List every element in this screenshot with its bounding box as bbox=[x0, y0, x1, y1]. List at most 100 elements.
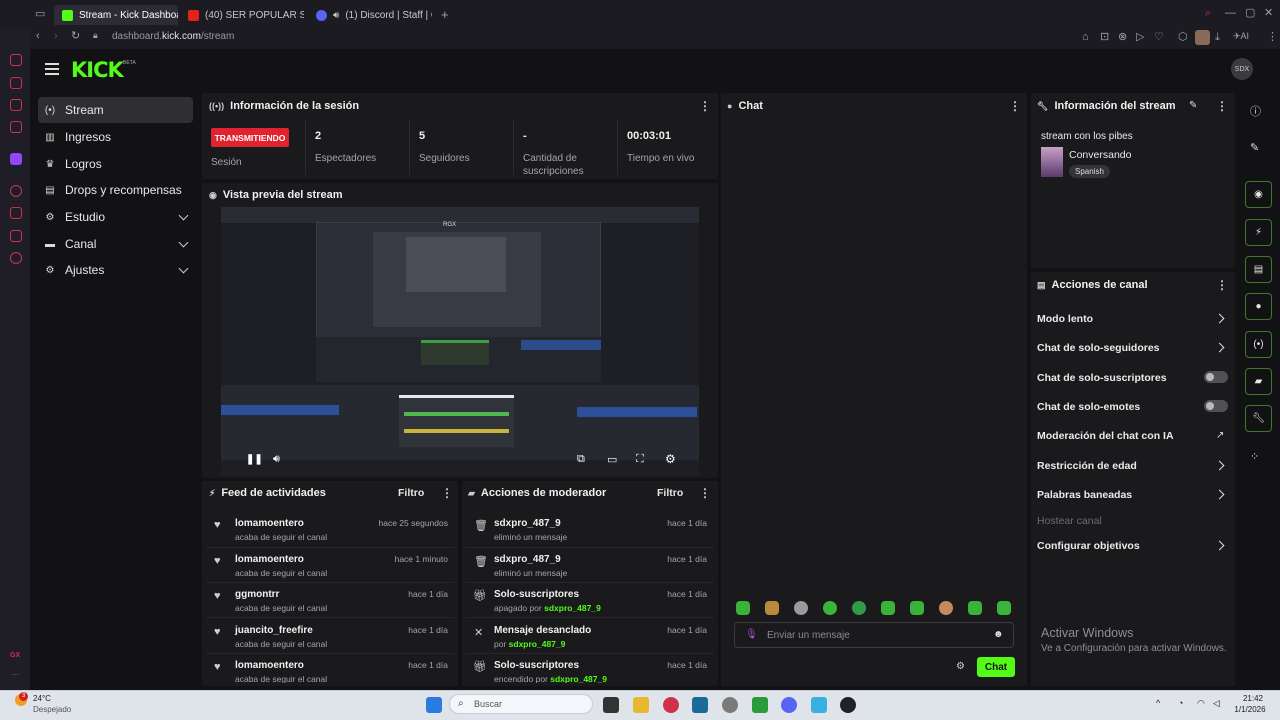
avatar[interactable]: SDX bbox=[1231, 58, 1253, 80]
rail-preview-button[interactable]: ◉ bbox=[1245, 181, 1272, 208]
rail-session-button[interactable]: ▤ bbox=[1245, 256, 1272, 283]
fullscreen-icon[interactable]: ⛶ bbox=[636, 453, 644, 466]
rail-activity-button[interactable]: ⚡︎ bbox=[1245, 219, 1272, 246]
sidebar-player-icon[interactable] bbox=[10, 185, 22, 197]
sidebar-more-icon[interactable]: ··· bbox=[11, 670, 19, 679]
emote-icon[interactable] bbox=[823, 601, 837, 615]
clock-date[interactable]: 1/1/2026 bbox=[1228, 705, 1272, 714]
tab-discord[interactable]: 🔊︎ (1) Discord | Staff | Qu bbox=[308, 5, 432, 25]
sidebar-twitch-logo-icon[interactable] bbox=[10, 153, 22, 165]
pause-icon[interactable]: ❚❚ bbox=[246, 454, 263, 465]
nav-item-stream[interactable]: (•) Stream bbox=[38, 97, 193, 123]
feed-filter-button[interactable]: Filtro bbox=[398, 487, 424, 499]
url-field[interactable]: dashboard.kick.com/stream bbox=[112, 31, 234, 42]
external-link-icon[interactable]: ↗ bbox=[1216, 430, 1224, 441]
emote-icon[interactable] bbox=[968, 601, 982, 615]
mic-icon[interactable]: 🎙︎ bbox=[745, 629, 758, 640]
pip-icon[interactable]: ⧉ bbox=[577, 453, 585, 466]
snapshot-icon[interactable]: ⊡ bbox=[1100, 32, 1109, 43]
nav-item-drops[interactable]: ▤ Drops y recompensas bbox=[38, 177, 193, 203]
settings-icon[interactable]: ⚙ bbox=[665, 452, 676, 466]
category-name[interactable]: Conversando bbox=[1069, 149, 1131, 161]
emoji-icon[interactable]: ☻ bbox=[993, 629, 1004, 640]
feed-user[interactable]: lomamoentero bbox=[235, 518, 304, 529]
nav-item-ingresos[interactable]: ▥ Ingresos bbox=[38, 124, 193, 150]
stream-preview-video[interactable]: RGX ❚❚ 🔊︎ ⧉ ▭ ⛶ ⚙ bbox=[221, 207, 699, 476]
tab-kick-dashboard[interactable]: Stream - Kick Dashboard bbox=[54, 5, 178, 25]
tab-youtube[interactable]: (40) SER POPULAR SIEND bbox=[180, 5, 304, 25]
volume-icon[interactable]: 🔊︎ bbox=[273, 453, 280, 466]
sidebar-box-icon[interactable] bbox=[10, 230, 22, 242]
category-thumbnail[interactable] bbox=[1041, 147, 1063, 177]
chat-message-input[interactable]: 🎙︎ Enviar un mensaje ☻ bbox=[734, 622, 1014, 648]
store-icon[interactable] bbox=[692, 697, 708, 713]
reload-icon[interactable]: ↻ bbox=[71, 31, 80, 42]
extensions-icon[interactable]: ⬡ bbox=[1178, 32, 1188, 43]
bookmark-icon[interactable]: ⌂ bbox=[1082, 32, 1089, 43]
maximize-icon[interactable]: ▢ bbox=[1245, 8, 1255, 19]
xbox-icon[interactable] bbox=[752, 697, 768, 713]
mod-sub-user[interactable]: sdxpro_487_9 bbox=[544, 603, 601, 613]
volume-tray-icon[interactable]: ◁ bbox=[1213, 698, 1220, 709]
feed-user[interactable]: lomamoentero bbox=[235, 660, 304, 671]
sidebar-twitch-icon[interactable] bbox=[10, 99, 22, 111]
heart-icon[interactable]: ♡ bbox=[1154, 32, 1164, 43]
taskbar-search[interactable]: ⌕ Buscar bbox=[449, 694, 593, 714]
windows-start-icon[interactable] bbox=[426, 697, 442, 713]
mod-action-name[interactable]: Solo-suscriptores bbox=[494, 589, 579, 600]
action-ai-moderation[interactable]: Moderación del chat con IA bbox=[1037, 430, 1174, 442]
nav-item-canal[interactable]: ▬ Canal bbox=[38, 231, 193, 257]
sidebar-bag-icon[interactable] bbox=[10, 54, 22, 66]
sidebar-settings-icon[interactable] bbox=[10, 252, 22, 264]
chevron-down-icon[interactable] bbox=[178, 237, 189, 248]
chevron-down-icon[interactable] bbox=[178, 263, 189, 274]
close-window-icon[interactable]: ✕ bbox=[1264, 8, 1273, 19]
kebab-menu-icon[interactable]: ⋮ bbox=[441, 486, 453, 500]
file-explorer-icon[interactable] bbox=[633, 697, 649, 713]
hamburger-menu-icon[interactable] bbox=[45, 63, 59, 75]
emote-icon[interactable] bbox=[852, 601, 866, 615]
emote-icon[interactable] bbox=[881, 601, 895, 615]
gx-label[interactable]: GX bbox=[10, 652, 20, 659]
mod-sub-user[interactable]: sdxpro_487_9 bbox=[550, 674, 607, 683]
emotes-only-toggle[interactable] bbox=[1204, 400, 1228, 412]
network-icon[interactable]: ◔ bbox=[1178, 698, 1183, 708]
chevron-down-icon[interactable] bbox=[178, 210, 189, 221]
mod-filter-button[interactable]: Filtro bbox=[657, 487, 683, 499]
browser-menu-icon[interactable]: ⋮ bbox=[1267, 32, 1278, 43]
kebab-menu-icon[interactable]: ⋮ bbox=[699, 99, 711, 113]
mod-action-name[interactable]: Solo-suscriptores bbox=[494, 660, 579, 671]
emote-icon[interactable] bbox=[910, 601, 924, 615]
search-icon[interactable]: ⌕ bbox=[1205, 8, 1211, 19]
opera-gx-icon[interactable] bbox=[663, 697, 679, 713]
clock-time[interactable]: 21:42 bbox=[1234, 694, 1272, 703]
emote-icon[interactable] bbox=[765, 601, 779, 615]
emote-icon[interactable] bbox=[794, 601, 808, 615]
rail-broadcast-button[interactable]: (•) bbox=[1245, 331, 1272, 358]
ai-button[interactable]: ✈AI bbox=[1233, 32, 1249, 41]
action-set-goals[interactable]: Configurar objetivos bbox=[1037, 540, 1140, 552]
sidebar-clock-icon[interactable] bbox=[10, 207, 22, 219]
kebab-menu-icon[interactable]: ⋮ bbox=[699, 486, 711, 500]
feed-user[interactable]: ggmontrr bbox=[235, 589, 279, 600]
rail-tools-button[interactable]: 🔧︎ bbox=[1245, 405, 1272, 432]
task-view-icon[interactable] bbox=[603, 697, 619, 713]
wifi-icon[interactable]: ◠ bbox=[1197, 698, 1205, 709]
tab-menu-icon[interactable]: ▭ bbox=[35, 9, 45, 20]
kebab-menu-icon[interactable]: ⋮ bbox=[1009, 99, 1021, 113]
action-banned-words[interactable]: Palabras baneadas bbox=[1037, 489, 1132, 501]
kick-logo[interactable]: KICK bbox=[71, 58, 124, 82]
chat-settings-icon[interactable]: ⚙ bbox=[956, 661, 965, 672]
mod-action-name[interactable]: sdxpro_487_9 bbox=[494, 518, 561, 529]
speaker-icon[interactable]: 🔊︎ bbox=[333, 10, 339, 21]
subs-only-toggle[interactable] bbox=[1204, 371, 1228, 383]
download-icon[interactable]: ⤓ bbox=[1215, 32, 1220, 43]
app-icon[interactable] bbox=[811, 697, 827, 713]
layout-icon[interactable]: ⁘ bbox=[1250, 450, 1259, 463]
settings-app-icon[interactable] bbox=[722, 697, 738, 713]
mod-action-name[interactable]: Mensaje desanclado bbox=[494, 625, 591, 636]
edit-icon[interactable]: ✎ bbox=[1189, 100, 1197, 111]
obs-icon[interactable] bbox=[840, 697, 856, 713]
chat-send-button[interactable]: Chat bbox=[977, 657, 1015, 677]
action-followers-only[interactable]: Chat de solo-seguidores bbox=[1037, 342, 1160, 354]
